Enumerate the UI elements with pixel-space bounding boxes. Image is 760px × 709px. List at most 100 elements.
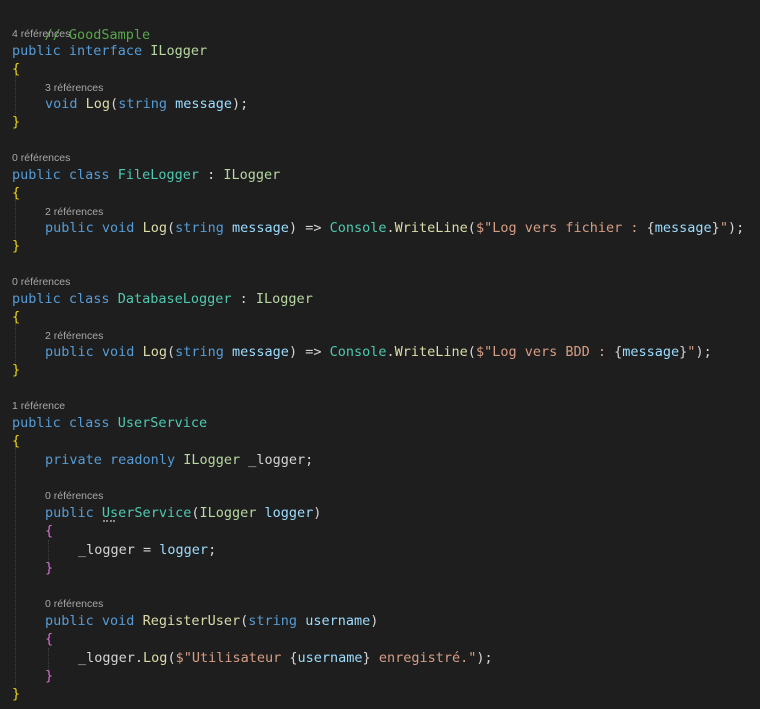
code-line[interactable]: private readonly ILogger _logger; xyxy=(45,451,313,469)
string-token: $"Log vers fichier : xyxy=(475,220,647,236)
brace-token: } xyxy=(12,686,21,702)
code-line[interactable]: public void RegisterUser(string username… xyxy=(45,612,378,630)
codelens-references[interactable]: 3 références xyxy=(45,81,103,95)
code-line[interactable]: // GoodSample xyxy=(12,8,151,43)
punctuation-token: . xyxy=(386,344,395,360)
code-line[interactable]: } xyxy=(12,361,20,379)
code-line[interactable]: } xyxy=(12,237,20,255)
interface-name: ILogger xyxy=(150,43,208,59)
keyword-token: public xyxy=(12,167,61,183)
keyword-token: void xyxy=(45,96,78,112)
codelens-references[interactable]: 0 références xyxy=(45,597,103,611)
code-line[interactable]: } xyxy=(12,113,20,131)
parameter-token: logger xyxy=(264,505,314,521)
method-name: RegisterUser xyxy=(142,613,241,629)
keyword-token: void xyxy=(101,613,135,629)
brace-token: { xyxy=(45,631,54,647)
string-token: " xyxy=(719,220,728,236)
code-line[interactable]: public class DatabaseLogger : ILogger xyxy=(12,290,313,308)
codelens-references[interactable]: 2 références xyxy=(45,205,103,219)
code-line[interactable]: _logger = logger; xyxy=(78,541,216,559)
punctuation-token: ); xyxy=(695,344,712,360)
punctuation-token: ( xyxy=(110,96,119,112)
punctuation-token: ( xyxy=(166,220,176,236)
code-line[interactable]: void Log(string message); xyxy=(45,95,248,113)
method-name: Log xyxy=(142,344,167,360)
brace-token: } xyxy=(12,362,21,378)
punctuation-token: ) => xyxy=(288,344,322,360)
codelens-references[interactable]: 0 références xyxy=(45,489,103,503)
codelens-references[interactable]: 0 références xyxy=(12,151,70,165)
method-name: Log xyxy=(142,220,167,236)
code-line[interactable]: public void Log(string message) => Conso… xyxy=(45,343,712,361)
class-name: DatabaseLogger xyxy=(117,291,232,307)
code-line[interactable]: public class UserService xyxy=(12,414,207,432)
keyword-token: class xyxy=(68,167,110,183)
punctuation-token: ) => xyxy=(288,220,322,236)
keyword-token: string xyxy=(175,344,224,360)
parameter-token: message xyxy=(232,344,289,360)
brace-token: } xyxy=(45,560,54,576)
punctuation-token: = xyxy=(134,542,160,558)
parameter-token: message xyxy=(654,220,712,236)
suggestion-dots-marker[interactable] xyxy=(103,520,115,524)
interface-name: ILogger xyxy=(255,291,313,307)
keyword-token: public xyxy=(45,613,94,629)
class-name: Console xyxy=(329,220,387,236)
keyword-token: public xyxy=(45,505,94,521)
brace-token: { xyxy=(12,309,21,325)
keyword-token: readonly xyxy=(110,452,176,468)
keyword-token: public xyxy=(45,344,94,360)
method-name: WriteLine xyxy=(394,344,468,360)
code-line[interactable]: { xyxy=(45,522,53,540)
code-line[interactable]: public interface ILogger xyxy=(12,42,207,60)
punctuation-token: . xyxy=(386,220,395,236)
code-line[interactable]: public void Log(string message) => Conso… xyxy=(45,219,744,237)
method-name: Log xyxy=(85,96,111,112)
method-name: Log xyxy=(143,650,168,666)
code-line[interactable]: } xyxy=(12,685,20,703)
code-line[interactable]: } xyxy=(45,667,53,685)
codelens-references[interactable]: 4 références xyxy=(12,27,70,41)
code-editor[interactable]: // GoodSample 4 références public interf… xyxy=(0,0,760,709)
indent-guide xyxy=(15,447,16,685)
field-token: _logger xyxy=(78,650,135,666)
brace-token: { xyxy=(12,185,21,201)
brace-token: } xyxy=(12,238,21,254)
string-token: $"Utilisateur xyxy=(175,650,290,666)
keyword-token: public xyxy=(12,415,61,431)
keyword-token: class xyxy=(68,415,110,431)
code-line[interactable]: { xyxy=(12,308,20,326)
punctuation-token: ( xyxy=(167,650,176,666)
code-line[interactable]: { xyxy=(12,184,20,202)
class-name: FileLogger xyxy=(117,167,199,183)
code-line[interactable]: } xyxy=(45,559,53,577)
string-token: $"Log vers BDD : xyxy=(475,344,615,360)
punctuation-token: : xyxy=(207,167,216,183)
interpolation-brace: { xyxy=(289,650,298,666)
punctuation-token: ); xyxy=(727,220,745,236)
code-line[interactable]: public class FileLogger : ILogger xyxy=(12,166,280,184)
interface-name: ILogger xyxy=(223,167,281,183)
parameter-token: message xyxy=(232,220,289,236)
code-line[interactable]: _logger.Log($"Utilisateur {username} enr… xyxy=(78,649,493,667)
codelens-references[interactable]: 2 références xyxy=(45,329,103,343)
codelens-references[interactable]: 1 référence xyxy=(12,399,65,413)
interface-name: ILogger xyxy=(199,505,257,521)
codelens-references[interactable]: 0 références xyxy=(12,275,70,289)
constructor-name: UserService xyxy=(101,505,192,521)
code-line[interactable]: { xyxy=(12,432,20,450)
punctuation-token: ( xyxy=(467,220,476,236)
keyword-token: void xyxy=(101,220,135,236)
keyword-token: public xyxy=(12,291,61,307)
indent-guide xyxy=(15,323,16,363)
field-token: _logger xyxy=(78,542,135,558)
punctuation-token: : xyxy=(239,291,248,307)
brace-token: } xyxy=(45,668,54,684)
code-line[interactable]: { xyxy=(45,630,53,648)
keyword-token: string xyxy=(248,613,298,629)
code-line[interactable]: { xyxy=(12,60,20,78)
code-line[interactable]: public UserService(ILogger logger) xyxy=(45,504,321,522)
class-name: Console xyxy=(329,344,387,360)
interpolation-brace: } xyxy=(362,650,371,666)
